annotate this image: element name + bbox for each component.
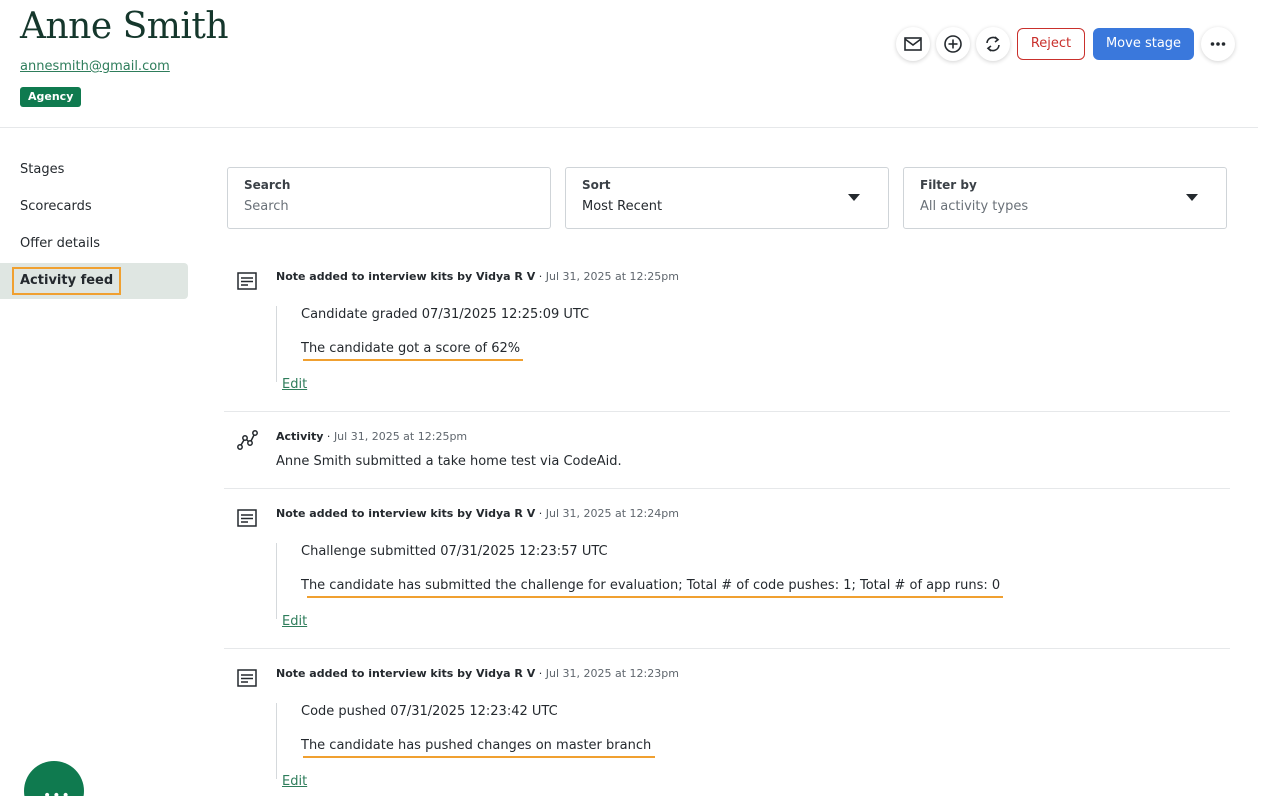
- feed-entry-title: Note added to interview kits by Vidya R …: [276, 667, 536, 680]
- feed-note-highlight: The candidate has pushed changes on mast…: [301, 737, 655, 771]
- mail-icon: [904, 37, 922, 51]
- feed-note-body: Code pushed 07/31/2025 12:23:42 UTC The …: [276, 703, 655, 779]
- edit-link[interactable]: Edit: [282, 377, 307, 392]
- feed-entry-header: Note added to interview kits by Vidya R …: [276, 507, 679, 520]
- search-input[interactable]: Search: [244, 199, 534, 214]
- move-stage-button[interactable]: Move stage: [1093, 28, 1194, 60]
- sort-select[interactable]: Sort Most Recent: [565, 167, 889, 229]
- feed-entry-time: Jul 31, 2025 at 12:24pm: [545, 507, 679, 520]
- feed-activity-text: Anne Smith submitted a take home test vi…: [276, 454, 622, 469]
- note-icon: [237, 272, 257, 290]
- feed-entry: Note added to interview kits by Vidya R …: [224, 258, 1230, 412]
- feed-note-text: The candidate has pushed changes on mast…: [301, 738, 652, 753]
- filter-value: All activity types: [920, 199, 1029, 214]
- feed-note-line: Challenge submitted 07/31/2025 12:23:57 …: [301, 544, 608, 559]
- candidate-header: Anne Smith annesmith@gmail.com Agency Re…: [0, 0, 1258, 128]
- feed-entry-time: Jul 31, 2025 at 12:25pm: [545, 270, 679, 283]
- feed-note-line: Code pushed 07/31/2025 12:23:42 UTC: [301, 704, 558, 719]
- add-icon: [944, 35, 962, 53]
- feed-note-line: Candidate graded 07/31/2025 12:25:09 UTC: [301, 307, 590, 322]
- search-field[interactable]: Search Search: [227, 167, 551, 229]
- highlight-underline: [303, 756, 655, 758]
- highlight-underline: [307, 596, 1003, 598]
- feed-entry-title: Note added to interview kits by Vidya R …: [276, 270, 536, 283]
- feed-note-text: The candidate got a score of 62%: [301, 341, 521, 356]
- sidebar-item-stages[interactable]: Stages: [0, 152, 188, 188]
- chat-button[interactable]: •••: [24, 761, 84, 796]
- feed-entry-time: Jul 31, 2025 at 12:23pm: [545, 667, 679, 680]
- feed-note-body: Challenge submitted 07/31/2025 12:23:57 …: [276, 543, 1003, 619]
- feed-entry-title: Activity: [276, 430, 324, 443]
- more-options-button[interactable]: [1201, 27, 1235, 61]
- chevron-down-icon: [1186, 194, 1198, 201]
- filter-by-select[interactable]: Filter by All activity types: [903, 167, 1227, 229]
- filter-label: Filter by: [920, 178, 977, 192]
- feed-entry-header: Note added to interview kits by Vidya R …: [276, 667, 679, 680]
- feed-entry-header: Activity · Jul 31, 2025 at 12:25pm: [276, 430, 468, 443]
- feed-entry: Activity · Jul 31, 2025 at 12:25pm Anne …: [224, 412, 1230, 489]
- activity-icon: [237, 430, 258, 450]
- search-label: Search: [244, 178, 291, 192]
- feed-note-body: Candidate graded 07/31/2025 12:25:09 UTC…: [276, 306, 589, 382]
- add-button[interactable]: [936, 27, 970, 61]
- sidebar-item-offer-details[interactable]: Offer details: [0, 226, 188, 262]
- note-icon: [237, 509, 257, 527]
- feed-note-highlight: The candidate has submitted the challeng…: [301, 577, 1003, 611]
- feed-note-highlight: The candidate got a score of 62%: [301, 340, 589, 374]
- candidate-name: Anne Smith: [20, 6, 229, 47]
- highlight-underline: [303, 359, 523, 361]
- feed-entry-time: Jul 31, 2025 at 12:25pm: [333, 430, 468, 443]
- source-badge: Agency: [20, 87, 82, 107]
- note-icon: [237, 669, 257, 687]
- edit-link[interactable]: Edit: [282, 774, 307, 789]
- sync-icon: [986, 36, 1000, 52]
- sort-label: Sort: [582, 178, 611, 192]
- feed-entry: Note added to interview kits by Vidya R …: [224, 489, 1230, 649]
- sidebar-item-activity-feed[interactable]: Activity feed: [0, 263, 188, 299]
- chat-icon: •••: [43, 788, 71, 796]
- candidate-email-link[interactable]: annesmith@gmail.com: [20, 59, 170, 74]
- sidebar-item-scorecards[interactable]: Scorecards: [0, 189, 188, 225]
- feed-entry: Note added to interview kits by Vidya R …: [224, 649, 1230, 796]
- edit-link[interactable]: Edit: [282, 614, 307, 629]
- feed-entry-header: Note added to interview kits by Vidya R …: [276, 270, 679, 283]
- sidebar-item-label: Activity feed: [12, 267, 122, 295]
- feed-note-text: The candidate has submitted the challeng…: [301, 578, 1001, 593]
- reject-button[interactable]: Reject: [1017, 28, 1085, 60]
- more-icon: [1210, 42, 1226, 46]
- feed-entry-title: Note added to interview kits by Vidya R …: [276, 507, 536, 520]
- sort-value: Most Recent: [582, 199, 663, 214]
- email-button[interactable]: [896, 27, 930, 61]
- chevron-down-icon: [848, 194, 860, 201]
- transfer-button[interactable]: [976, 27, 1010, 61]
